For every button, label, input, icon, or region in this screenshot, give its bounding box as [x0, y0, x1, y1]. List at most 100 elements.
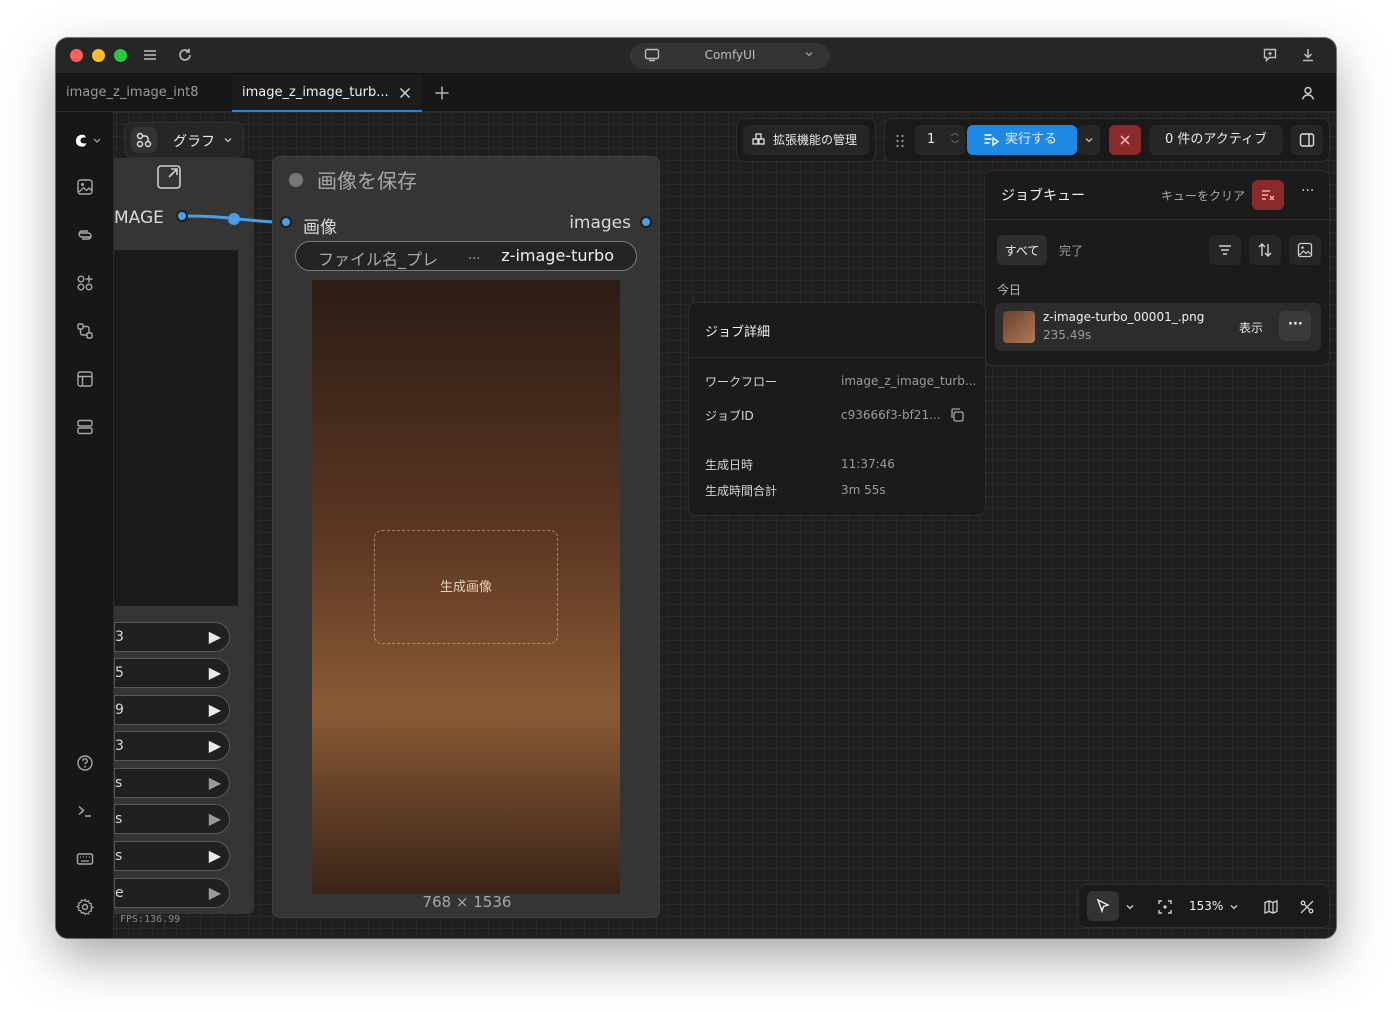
list-item[interactable]: s ▶	[114, 804, 230, 834]
workflows-icon[interactable]	[76, 322, 94, 340]
queue-count-stepper[interactable]: 1 ︿ ﹀	[915, 125, 965, 155]
run-mode-dropdown[interactable]	[1078, 125, 1100, 155]
node-library-icon[interactable]	[76, 274, 94, 292]
minimize-window-button[interactable]	[92, 49, 105, 62]
row-value: 3	[115, 629, 124, 645]
clear-queue-link[interactable]: キューをクリア	[1161, 187, 1245, 204]
list-item[interactable]: 3 ▶	[114, 622, 230, 652]
fit-view-icon[interactable]	[1157, 899, 1173, 915]
play-icon: ▶	[208, 627, 221, 646]
filename-prefix-value: z-image-turbo	[501, 246, 614, 265]
image-input-slot[interactable]	[280, 216, 292, 228]
new-tab-button[interactable]	[434, 74, 458, 112]
divider	[689, 357, 987, 358]
sort-arrows-icon	[1257, 242, 1273, 258]
minimap-icon[interactable]	[1263, 899, 1279, 915]
image-input-label: 画像	[303, 218, 337, 238]
close-tab-icon[interactable]	[398, 86, 412, 100]
job-id-label: ジョブID	[705, 409, 754, 423]
keyboard-shortcuts-icon[interactable]	[76, 850, 94, 868]
workflow-label: ワークフロー	[705, 375, 778, 389]
divider	[985, 219, 1331, 220]
queue-play-icon	[983, 132, 999, 148]
sort-button[interactable]	[1249, 235, 1281, 265]
total-time-label: 生成時間合計	[705, 484, 778, 498]
list-item[interactable]: 5 ▶	[114, 658, 230, 688]
toggle-panel-button[interactable]	[1291, 125, 1323, 155]
row-value: e	[115, 885, 124, 901]
clear-queue-button[interactable]	[1252, 180, 1284, 210]
pointer-icon	[1095, 898, 1111, 914]
filter-done-tab[interactable]: 完了	[1059, 242, 1083, 259]
run-button[interactable]: 実行する	[967, 125, 1077, 155]
filename-prefix-field[interactable]: ファイル名_プレ ... z-image-turbo	[295, 241, 637, 271]
list-item[interactable]: s ▶	[114, 768, 230, 798]
chevron-down-icon[interactable]	[1229, 902, 1239, 912]
maximize-window-button[interactable]	[114, 49, 127, 62]
expand-node-icon[interactable]	[156, 164, 182, 190]
panel-right-icon	[1299, 132, 1315, 148]
chevron-down-icon	[804, 49, 814, 59]
job-more-button[interactable]: ···	[1279, 311, 1311, 341]
zoom-level[interactable]: 153%	[1189, 899, 1223, 913]
download-icon[interactable]	[1300, 47, 1316, 63]
comfy-logo-icon[interactable]	[72, 132, 102, 150]
run-label: 実行する	[1005, 132, 1058, 147]
upstream-node-preview	[114, 250, 238, 606]
user-icon[interactable]	[1300, 74, 1324, 112]
menu-icon[interactable]	[142, 47, 158, 63]
images-output-slot[interactable]	[640, 216, 652, 228]
workflow-tab-bar: image_z_image_int8 image_z_image_turb...	[56, 74, 1336, 112]
graph-dropdown[interactable]: グラフ	[124, 122, 244, 158]
filter-all-label: すべて	[1004, 244, 1040, 258]
feedback-icon[interactable]	[1262, 47, 1278, 63]
play-icon: ▶	[208, 883, 221, 902]
extensions-manager-label: 拡張機能の管理	[773, 133, 858, 147]
node-link-wire[interactable]	[186, 210, 282, 230]
tab-label: image_z_image_turb...	[242, 85, 389, 100]
stepper-arrows-icon[interactable]: ︿ ﹀	[951, 127, 959, 151]
filter-all-tab[interactable]: すべて	[997, 235, 1047, 265]
extensions-manager-button[interactable]: 拡張機能の管理	[743, 125, 869, 155]
help-icon[interactable]	[76, 754, 94, 772]
tab-image-z-image-turbo[interactable]: image_z_image_turb...	[232, 74, 422, 112]
cancel-run-button[interactable]	[1109, 125, 1141, 155]
chevron-down-icon[interactable]	[1125, 902, 1135, 912]
templates-icon[interactable]	[76, 370, 94, 388]
more-options-icon[interactable]: ···	[1301, 183, 1314, 199]
job-list-item[interactable]: z-image-turbo_00001_.png 235.49s 表示 ···	[995, 303, 1321, 351]
settings-gear-icon[interactable]	[76, 898, 94, 916]
queue-panel-icon[interactable]	[76, 418, 94, 436]
reload-icon[interactable]	[177, 47, 193, 63]
filter-button[interactable]	[1209, 235, 1241, 265]
gallery-view-button[interactable]	[1289, 235, 1321, 265]
app-window: ComfyUI image_z_image_int8 image_z_image…	[56, 38, 1336, 938]
model-library-icon[interactable]	[76, 226, 94, 244]
list-item[interactable]: 9 ▶	[114, 695, 230, 725]
select-tool-button[interactable]	[1087, 891, 1119, 921]
tab-image-z-image-int8[interactable]: image_z_image_int8	[66, 74, 232, 112]
view-job-link[interactable]: 表示	[1239, 319, 1263, 336]
job-filename: z-image-turbo_00001_.png	[1043, 310, 1205, 324]
extensions-toolbar: 拡張機能の管理	[736, 118, 876, 162]
node-title: 画像を保存	[317, 169, 417, 193]
app-title-pill[interactable]: ComfyUI	[630, 43, 830, 69]
active-jobs-label: 0 件のアクティブ	[1165, 132, 1267, 147]
job-thumbnail	[1003, 311, 1035, 343]
drag-handle-icon[interactable]	[895, 133, 905, 149]
active-jobs-button[interactable]: 0 件のアクティブ	[1149, 125, 1283, 155]
list-item[interactable]: 3 ▶	[114, 731, 230, 761]
copy-icon[interactable]	[949, 407, 965, 423]
image-assets-icon[interactable]	[76, 178, 94, 196]
image-placeholder: 生成画像	[374, 530, 558, 644]
hide-links-icon[interactable]	[1299, 899, 1315, 915]
close-icon	[1118, 133, 1132, 147]
clear-list-icon	[1260, 187, 1276, 203]
list-item[interactable]: s ▶	[114, 841, 230, 871]
upstream-output-label: MAGE	[114, 208, 164, 228]
terminal-icon[interactable]	[76, 802, 94, 820]
close-window-button[interactable]	[70, 49, 83, 62]
list-item[interactable]: e ▶	[114, 878, 230, 908]
row-value: 9	[115, 702, 124, 718]
generated-image-preview[interactable]: 生成画像	[312, 280, 620, 894]
